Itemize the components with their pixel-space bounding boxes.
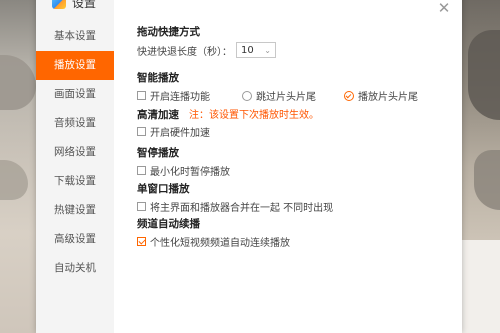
sidebar-item-playback[interactable]: 播放设置 bbox=[36, 51, 114, 80]
merge-window-option[interactable]: 将主界面和播放器合并在一起 不同时出现 bbox=[137, 199, 333, 214]
section-title-channel-autoplay: 频道自动续播 bbox=[137, 218, 200, 230]
merge-window-label: 将主界面和播放器合并在一起 不同时出现 bbox=[150, 203, 334, 214]
skip-intro-option[interactable]: 跳过片头片尾 bbox=[242, 88, 316, 103]
continuous-play-option[interactable]: 开启连播功能 bbox=[137, 88, 210, 103]
chevron-down-icon: ⌄ bbox=[264, 45, 271, 55]
play-intro-option[interactable]: 播放片头片尾 bbox=[344, 88, 418, 103]
sidebar-item-network[interactable]: 网络设置 bbox=[36, 138, 114, 167]
sidebar-item-picture[interactable]: 画面设置 bbox=[36, 80, 114, 109]
fast-forward-label: 快进快退长度（秒）： bbox=[137, 46, 232, 58]
personalized-autoplay-label: 个性化短视频频道自动连续播放 bbox=[150, 238, 290, 249]
background-left bbox=[0, 0, 36, 333]
window-title-bar: 设置 bbox=[52, 0, 96, 12]
background-bottom-right bbox=[462, 240, 500, 333]
skip-intro-radio[interactable] bbox=[242, 90, 252, 101]
section-title-pause: 智停播放 bbox=[137, 147, 179, 159]
fast-forward-value: 10 bbox=[241, 44, 254, 56]
window-title: 设置 bbox=[72, 0, 97, 10]
merge-window-checkbox[interactable] bbox=[137, 202, 146, 211]
personalized-autoplay-checkbox[interactable] bbox=[137, 237, 146, 246]
settings-sidebar: 设置 基本设置 播放设置 画面设置 音频设置 网络设置 下载设置 热键设置 高级… bbox=[36, 0, 114, 333]
minimize-pause-checkbox[interactable] bbox=[137, 166, 146, 175]
section-title-hd-accel: 高清加速 注：该设置下次播放时生效。 bbox=[137, 106, 319, 122]
continuous-play-label: 开启连播功能 bbox=[150, 92, 210, 103]
close-icon[interactable]: ✕ bbox=[436, 0, 452, 16]
play-intro-radio[interactable] bbox=[344, 90, 354, 101]
settings-nav: 基本设置 播放设置 画面设置 音频设置 网络设置 下载设置 热键设置 高级设置 … bbox=[36, 22, 114, 283]
minimize-pause-option[interactable]: 最小化时暂停播放 bbox=[137, 163, 230, 178]
fast-forward-seconds-select[interactable]: 10 ⌄ bbox=[236, 42, 276, 58]
sidebar-item-basic[interactable]: 基本设置 bbox=[36, 22, 114, 51]
play-intro-label: 播放片头片尾 bbox=[358, 92, 418, 103]
continuous-play-checkbox[interactable] bbox=[137, 91, 146, 100]
hw-accel-option[interactable]: 开启硬件加速 bbox=[137, 124, 210, 139]
hw-accel-checkbox[interactable] bbox=[137, 127, 146, 136]
sidebar-item-advanced[interactable]: 高级设置 bbox=[36, 225, 114, 254]
skip-intro-label: 跳过片头片尾 bbox=[256, 92, 316, 103]
minimize-pause-label: 最小化时暂停播放 bbox=[150, 167, 230, 178]
personalized-autoplay-option[interactable]: 个性化短视频频道自动连续播放 bbox=[137, 234, 290, 249]
hd-accel-note: 注：该设置下次播放时生效。 bbox=[189, 110, 319, 121]
settings-window: 设置 基本设置 播放设置 画面设置 音频设置 网络设置 下载设置 热键设置 高级… bbox=[36, 0, 462, 333]
section-title-fast-forward: 拖动快捷方式 bbox=[137, 26, 200, 38]
sidebar-item-download[interactable]: 下载设置 bbox=[36, 167, 114, 196]
sidebar-item-auto-shutdown[interactable]: 自动关机 bbox=[36, 254, 114, 283]
section-title-single-window: 单窗口播放 bbox=[137, 183, 190, 195]
section-title-smart-play: 智能播放 bbox=[137, 72, 179, 84]
sidebar-item-hotkey[interactable]: 热键设置 bbox=[36, 196, 114, 225]
sidebar-item-audio[interactable]: 音频设置 bbox=[36, 109, 114, 138]
fast-forward-row: 快进快退长度（秒）： 10 ⌄ bbox=[137, 42, 276, 58]
hw-accel-label: 开启硬件加速 bbox=[150, 128, 210, 139]
hd-accel-title: 高清加速 bbox=[137, 109, 179, 121]
app-logo-icon bbox=[52, 0, 66, 9]
